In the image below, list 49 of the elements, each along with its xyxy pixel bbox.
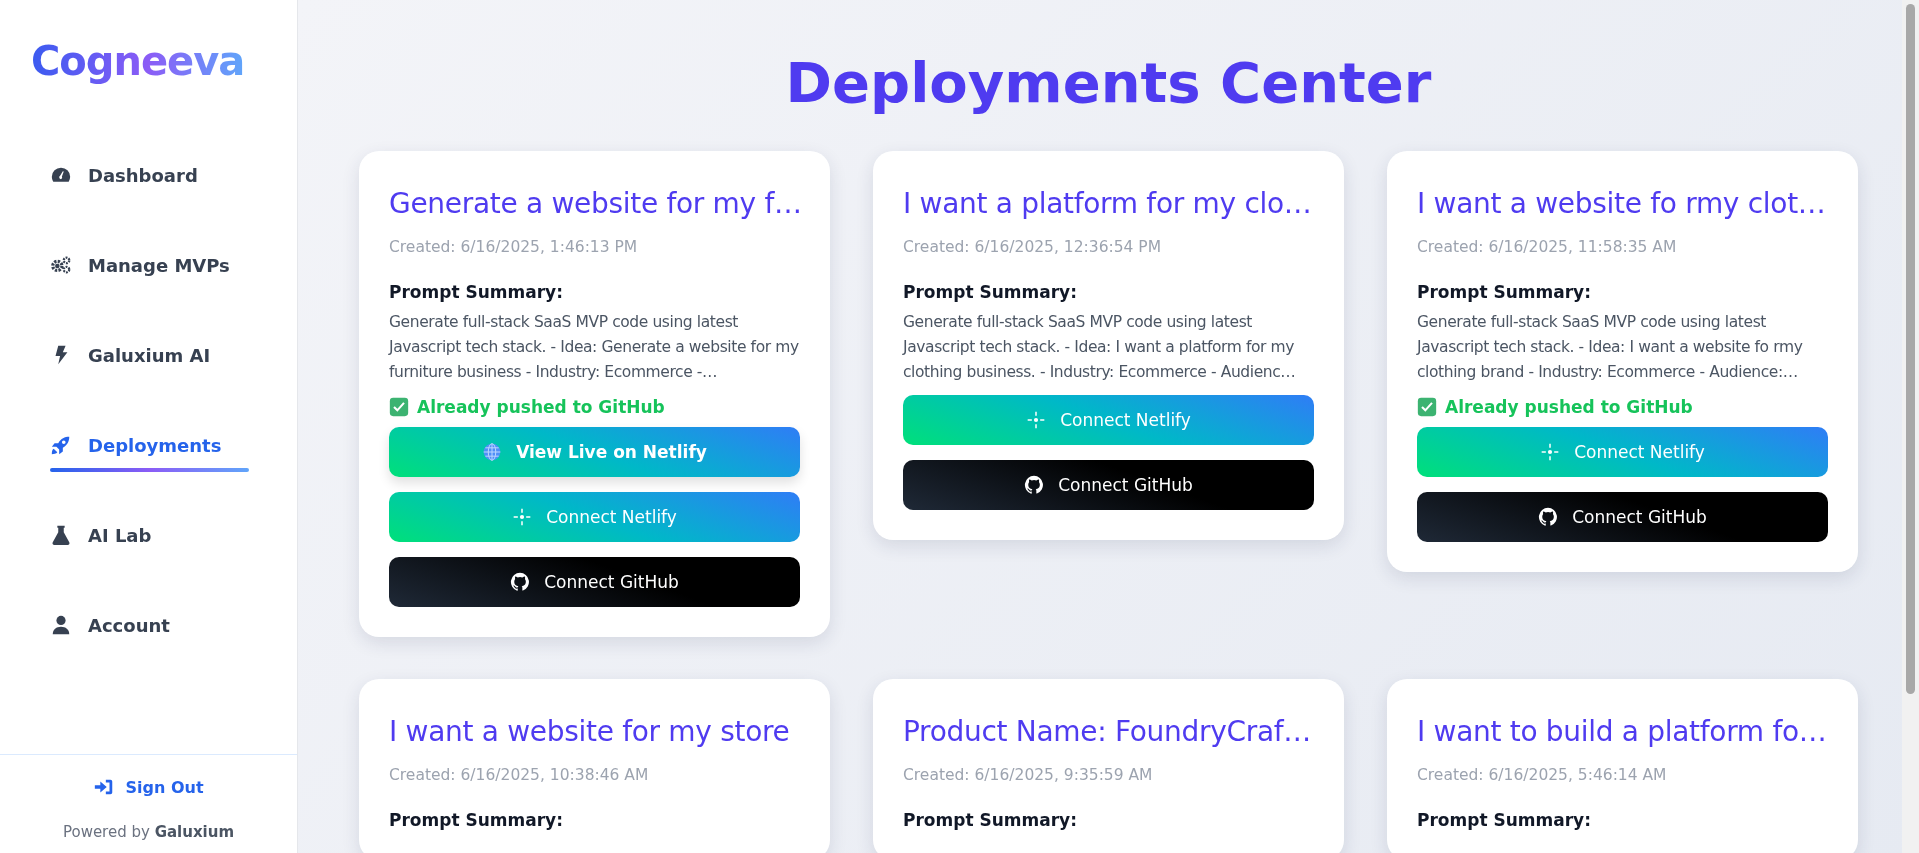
page-title: Deployments Center — [785, 50, 1432, 115]
scrollbar[interactable] — [1902, 0, 1919, 853]
user-icon — [50, 614, 72, 636]
github-button[interactable]: Connect GitHub — [903, 460, 1314, 510]
gears-icon — [50, 254, 72, 276]
sparkle-icon — [1026, 410, 1047, 430]
github-button[interactable]: Connect GitHub — [1417, 492, 1828, 542]
sparkle-icon — [512, 507, 533, 527]
card-title: Product Name: FoundryCraf… — [903, 715, 1313, 748]
rocket-icon — [50, 434, 72, 456]
card-title: Generate a website for my f… — [389, 187, 800, 220]
summary-label: Prompt Summary: — [1417, 810, 1592, 830]
created-date: Created: 6/16/2025, 11:58:35 AM — [1417, 238, 1678, 256]
created-date: Created: 6/16/2025, 12:36:54 PM — [903, 238, 1163, 256]
card-title: I want a website fo rmy clot… — [1417, 187, 1827, 220]
scrollbar-thumb[interactable] — [1906, 4, 1915, 694]
summary-label: Prompt Summary: — [903, 282, 1078, 302]
created-date: Created: 6/16/2025, 9:35:59 AM — [903, 766, 1154, 784]
sparkle-icon — [1540, 442, 1561, 462]
powered-by-text: Powered by Galuxium — [62, 823, 235, 841]
status-text: Already pushed to GitHub — [1445, 397, 1693, 417]
summary-text: Generate full-stack SaaS MVP code using latest Javascript tech stack. - Idea: Generate a website for my furniture business - Industry: Ecommerce -… — [389, 312, 800, 383]
summary-text: Generate full-stack SaaS MVP code using latest Javascript tech stack. - Idea: I want a platform for my clothing business. - Industry: Ecommerce - Audienc… — [903, 312, 1297, 383]
github-icon — [510, 572, 531, 592]
summary-label: Prompt Summary: — [1417, 282, 1592, 302]
card-title: I want a platform for my clo… — [903, 187, 1313, 220]
status-text: Already pushed to GitHub — [417, 397, 665, 417]
check-icon — [389, 397, 409, 417]
nav-item[interactable]: Account — [50, 610, 249, 640]
summary-label: Prompt Summary: — [903, 810, 1078, 830]
summary-label: Prompt Summary: — [389, 282, 564, 302]
check-icon — [1417, 397, 1437, 417]
created-date: Created: 6/16/2025, 5:46:14 AM — [1417, 766, 1668, 784]
github-icon — [1538, 507, 1559, 527]
flask-icon — [50, 524, 72, 546]
card-title: I want a website for my store — [389, 715, 791, 748]
sign-out-link[interactable]: Sign Out — [87, 775, 210, 799]
card-title: I want to build a platform fo… — [1417, 715, 1828, 748]
github-icon — [1024, 475, 1045, 495]
nav-item[interactable]: AI Lab — [50, 520, 249, 550]
globe-icon — [482, 442, 503, 462]
github-button[interactable]: Connect GitHub — [389, 557, 800, 607]
nav-item[interactable]: Galuxium AI — [50, 340, 249, 370]
nav-item[interactable]: Manage MVPs — [50, 250, 249, 280]
nav-item[interactable]: Dashboard — [50, 160, 249, 190]
summary-label: Prompt Summary: — [389, 810, 564, 830]
created-date: Created: 6/16/2025, 10:38:46 AM — [389, 766, 650, 784]
summary-text: Generate full-stack SaaS MVP code using latest Javascript tech stack. - Idea: I want a website fo rmy clothing brand - Industry: Ecommerce - Audience:… — [1417, 312, 1804, 383]
created-date: Created: 6/16/2025, 1:46:13 PM — [389, 238, 639, 256]
